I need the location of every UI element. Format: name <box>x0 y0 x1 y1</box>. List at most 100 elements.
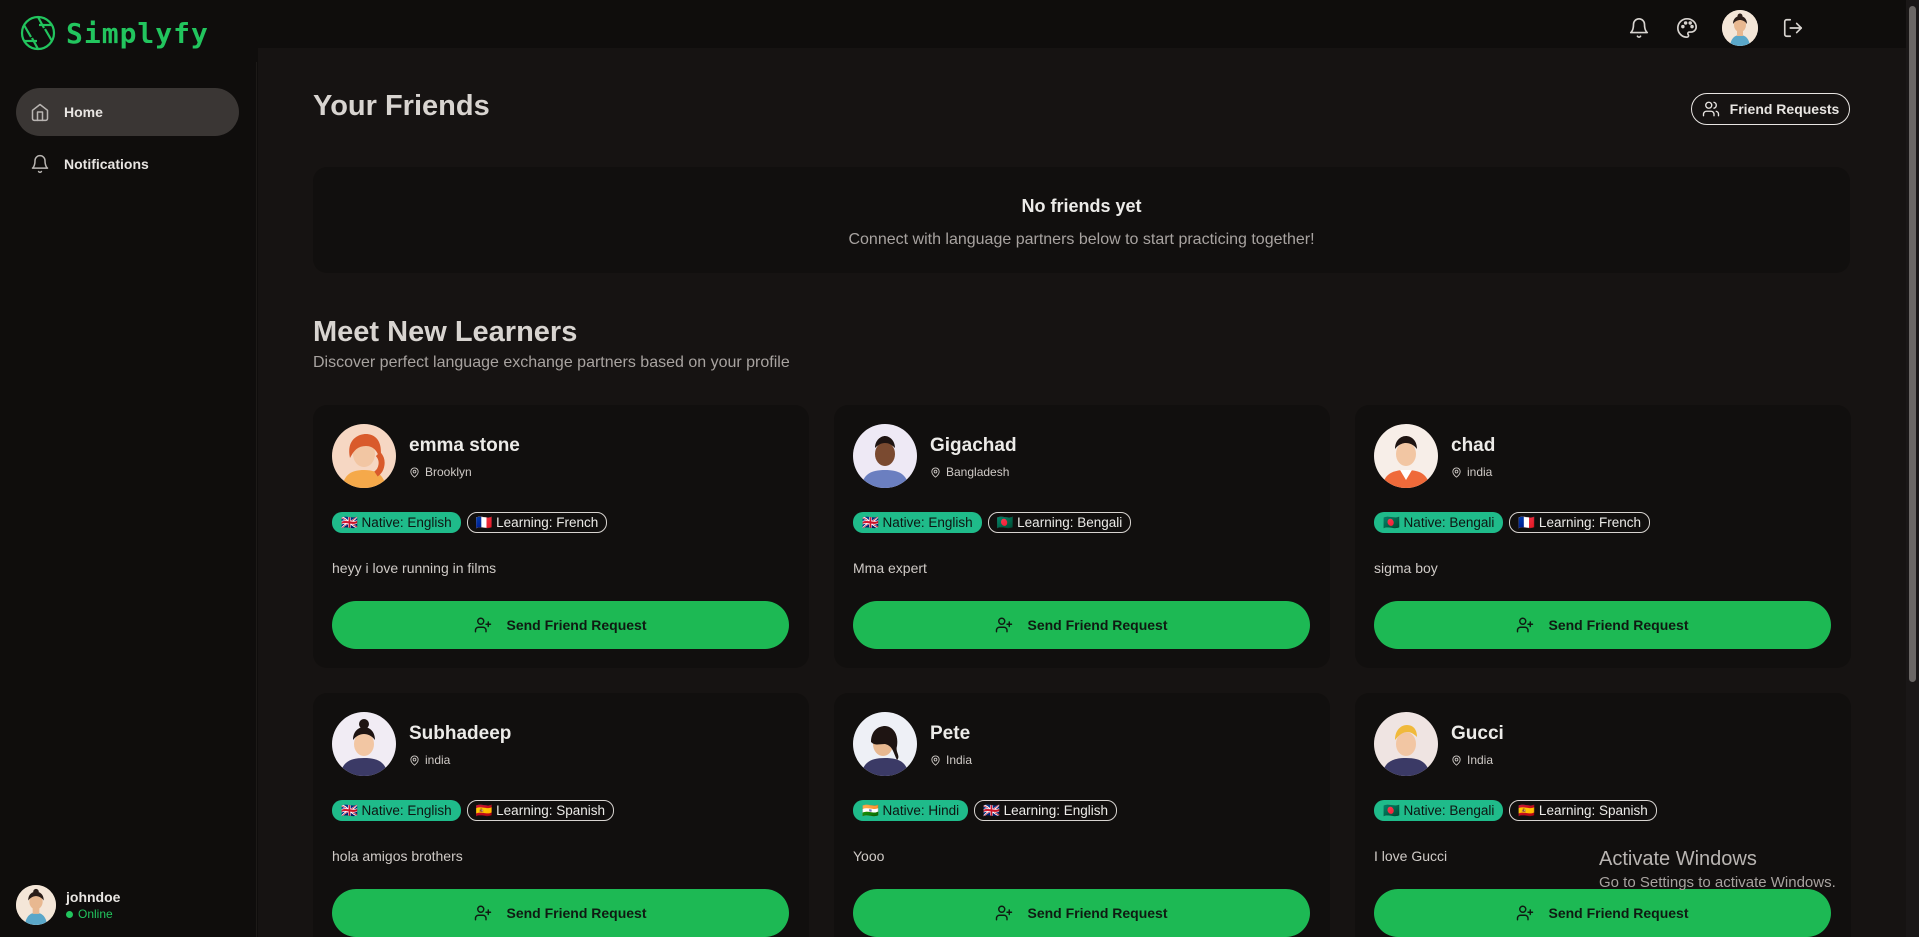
scrollbar-thumb[interactable] <box>1909 6 1916 682</box>
learner-card: emma stone Brooklyn 🇬🇧 Native: English 🇫… <box>313 405 809 668</box>
avatar-illustration-icon <box>853 424 917 488</box>
user-plus-icon <box>475 617 492 633</box>
avatar <box>1374 424 1438 488</box>
learner-bio: I love Gucci <box>1374 848 1448 864</box>
send-friend-request-label: Send Friend Request <box>1548 617 1689 633</box>
user-avatar[interactable] <box>1722 10 1758 46</box>
status-dot-icon <box>66 910 73 918</box>
notifications-bell-button[interactable] <box>1626 15 1652 41</box>
send-friend-request-label: Send Friend Request <box>1027 617 1168 633</box>
location-label: india <box>1467 465 1493 479</box>
sidebar: Home Notifications johndoe Online <box>0 62 257 937</box>
sidebar-user[interactable]: johndoe Online <box>16 885 120 925</box>
learner-name: Pete <box>930 723 971 744</box>
location-label: Brooklyn <box>425 465 472 479</box>
theme-palette-button[interactable] <box>1674 15 1700 41</box>
learning-language-badge: 🇪🇸 Learning: Spanish <box>1509 800 1657 821</box>
no-friends-card: No friends yet Connect with language par… <box>313 167 1850 273</box>
friend-requests-button[interactable]: Friend Requests <box>1691 93 1850 125</box>
watermark-title: Activate Windows <box>1599 848 1757 870</box>
learning-language-badge: 🇪🇸 Learning: Spanish <box>466 800 614 821</box>
send-friend-request-button[interactable]: Send Friend Request <box>332 601 789 649</box>
map-pin-icon <box>931 754 940 766</box>
send-friend-request-button[interactable]: Send Friend Request <box>1374 601 1831 649</box>
avatar-illustration-icon <box>332 712 396 776</box>
location-label: India <box>1467 753 1494 767</box>
logout-button[interactable] <box>1780 15 1806 41</box>
app-name: Simplyfy <box>66 16 209 50</box>
send-friend-request-button[interactable]: Send Friend Request <box>853 601 1310 649</box>
status-label: Online <box>78 907 113 921</box>
avatar-illustration-icon <box>16 885 56 925</box>
map-pin-icon <box>1452 466 1461 478</box>
send-friend-request-button[interactable]: Send Friend Request <box>332 889 789 937</box>
language-badges: 🇮🇳 Native: Hindi 🇬🇧 Learning: English <box>853 800 1117 821</box>
map-pin-icon <box>1452 754 1461 766</box>
logo[interactable]: Simplyfy <box>20 15 209 51</box>
learners-title: Meet New Learners <box>313 316 578 348</box>
bell-icon <box>1629 18 1649 38</box>
sidebar-item-label: Notifications <box>64 156 149 172</box>
map-pin-icon <box>410 754 419 766</box>
learner-bio: Mma expert <box>853 560 927 576</box>
send-friend-request-label: Send Friend Request <box>506 905 647 921</box>
learner-name: Subhadeep <box>409 723 512 744</box>
empty-subtitle: Connect with language partners below to … <box>848 231 1315 248</box>
learner-card: chad india 🇧🇩 Native: Bengali 🇫🇷 Learnin… <box>1355 405 1851 668</box>
bell-icon <box>31 154 49 174</box>
sidebar-item-notifications[interactable]: Notifications <box>16 140 239 188</box>
native-language-badge: 🇮🇳 Native: Hindi <box>853 800 969 821</box>
avatar <box>1374 712 1438 776</box>
aperture-logo-icon <box>20 15 56 51</box>
avatar-illustration-icon <box>853 712 917 776</box>
map-pin-icon <box>410 466 419 478</box>
learner-card: Subhadeep india 🇬🇧 Native: English 🇪🇸 Le… <box>313 693 809 937</box>
avatar-illustration-icon <box>1374 712 1438 776</box>
avatar <box>853 424 917 488</box>
learner-name: chad <box>1451 435 1496 456</box>
native-language-badge: 🇬🇧 Native: English <box>853 512 982 533</box>
native-language-badge: 🇬🇧 Native: English <box>332 800 461 821</box>
language-badges: 🇬🇧 Native: English 🇫🇷 Learning: French <box>332 512 608 533</box>
avatar <box>16 885 56 925</box>
native-language-badge: 🇧🇩 Native: Bengali <box>1374 512 1504 533</box>
windows-activation-watermark: Activate Windows Go to Settings to activ… <box>1599 848 1836 891</box>
top-actions <box>1626 10 1806 46</box>
user-plus-icon <box>996 617 1013 633</box>
location-label: india <box>425 753 451 767</box>
learner-bio: hola amigos brothers <box>332 848 463 864</box>
sidebar-item-home[interactable]: Home <box>16 88 239 136</box>
palette-icon <box>1677 18 1697 38</box>
language-badges: 🇧🇩 Native: Bengali 🇫🇷 Learning: French <box>1374 512 1650 533</box>
user-plus-icon <box>1517 905 1534 921</box>
avatar <box>332 424 396 488</box>
learner-name: Gigachad <box>930 435 1017 456</box>
learner-name: Gucci <box>1451 723 1504 744</box>
send-friend-request-button[interactable]: Send Friend Request <box>1374 889 1831 937</box>
sidebar-item-label: Home <box>64 104 103 120</box>
learner-bio: Yooo <box>853 848 885 864</box>
logout-icon <box>1783 18 1803 38</box>
avatar <box>853 712 917 776</box>
friends-title: Your Friends <box>313 90 490 122</box>
avatar <box>332 712 396 776</box>
learning-language-badge: 🇬🇧 Learning: English <box>974 800 1117 821</box>
user-plus-icon <box>475 905 492 921</box>
online-status: Online <box>66 907 120 921</box>
send-friend-request-label: Send Friend Request <box>1548 905 1689 921</box>
send-friend-request-label: Send Friend Request <box>1027 905 1168 921</box>
native-language-badge: 🇬🇧 Native: English <box>332 512 461 533</box>
user-plus-icon <box>996 905 1013 921</box>
map-pin-icon <box>931 466 940 478</box>
avatar-illustration-icon <box>1722 10 1758 46</box>
learner-location: India <box>930 753 972 767</box>
learner-location: Bangladesh <box>930 465 1009 479</box>
avatar-illustration-icon <box>1374 424 1438 488</box>
learner-location: Brooklyn <box>409 465 472 479</box>
location-label: Bangladesh <box>946 465 1010 479</box>
learner-location: india <box>1451 465 1492 479</box>
location-label: India <box>946 753 973 767</box>
send-friend-request-button[interactable]: Send Friend Request <box>853 889 1310 937</box>
page-scrollbar[interactable] <box>1906 0 1919 937</box>
learner-card: Gucci India 🇧🇩 Native: Bengali 🇪🇸 Learni… <box>1355 693 1851 937</box>
